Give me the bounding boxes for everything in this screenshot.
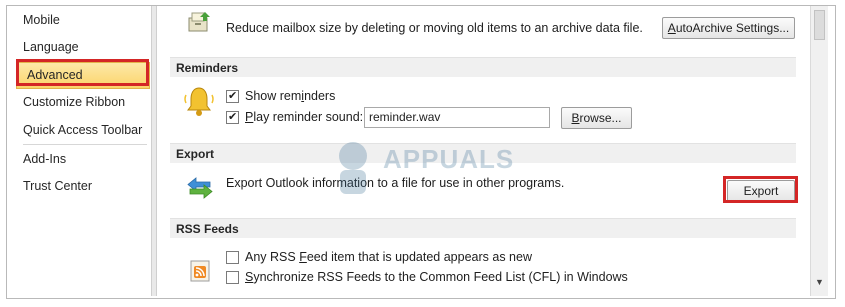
show-reminders-checkbox[interactable]: ✔ — [226, 90, 239, 103]
autoarchive-settings-label: utoArchive Settings... — [675, 21, 790, 35]
play-reminder-sound-checkbox[interactable]: ✔ — [226, 111, 239, 124]
rss-icon — [190, 260, 212, 287]
sidebar-item-add-ins[interactable]: Add-Ins — [23, 148, 66, 170]
rss-updated-new-label: Any RSS Feed item that is updated appear… — [245, 250, 532, 264]
reminders-section-header: Reminders — [170, 57, 796, 77]
options-sidebar: Mobile Language Advanced Customize Ribbo… — [7, 6, 151, 296]
scrollbar-thumb[interactable] — [814, 10, 825, 40]
pane-divider — [151, 6, 157, 296]
check-icon: ✔ — [228, 90, 238, 102]
watermark-text: APPUALS — [383, 144, 515, 174]
check-icon: ✔ — [228, 111, 238, 123]
sidebar-item-customize-ribbon[interactable]: Customize Ribbon — [23, 91, 125, 113]
export-arrows-icon — [186, 174, 214, 203]
vertical-scrollbar[interactable]: ▼ — [810, 6, 828, 296]
archive-icon — [186, 10, 212, 37]
play-reminder-sound-label: Play reminder sound: — [245, 110, 364, 124]
sidebar-item-trust-center[interactable]: Trust Center — [23, 175, 92, 197]
appuals-watermark: APPUALS — [328, 138, 513, 201]
autoarchive-settings-button[interactable]: AutoArchive Settings... — [662, 17, 795, 39]
rss-sync-cfl-label: Synchronize RSS Feeds to the Common Feed… — [245, 270, 628, 284]
show-reminders-label: Show reminders — [245, 89, 336, 103]
highlight-box-export — [723, 176, 798, 203]
sidebar-item-language[interactable]: Language — [23, 36, 79, 58]
autoarchive-settings-accesskey: A — [667, 21, 676, 35]
bell-icon — [184, 85, 214, 120]
sidebar-separator — [23, 144, 147, 145]
autoarchive-description: Reduce mailbox size by deleting or movin… — [226, 21, 643, 35]
export-description: Export Outlook information to a file for… — [226, 176, 565, 190]
sidebar-item-mobile[interactable]: Mobile — [23, 9, 60, 31]
mascot-icon — [339, 142, 367, 194]
rss-sync-cfl-checkbox[interactable] — [226, 271, 239, 284]
highlight-box-advanced — [16, 59, 149, 86]
browse-button[interactable]: Browse... — [561, 107, 632, 129]
reminder-sound-field[interactable]: reminder.wav — [364, 107, 550, 128]
sidebar-item-quick-access-toolbar[interactable]: Quick Access Toolbar — [23, 119, 142, 141]
rss-updated-new-checkbox[interactable] — [226, 251, 239, 264]
scroll-down-arrow-icon[interactable]: ▼ — [815, 277, 824, 287]
rss-section-header: RSS Feeds — [170, 218, 796, 238]
